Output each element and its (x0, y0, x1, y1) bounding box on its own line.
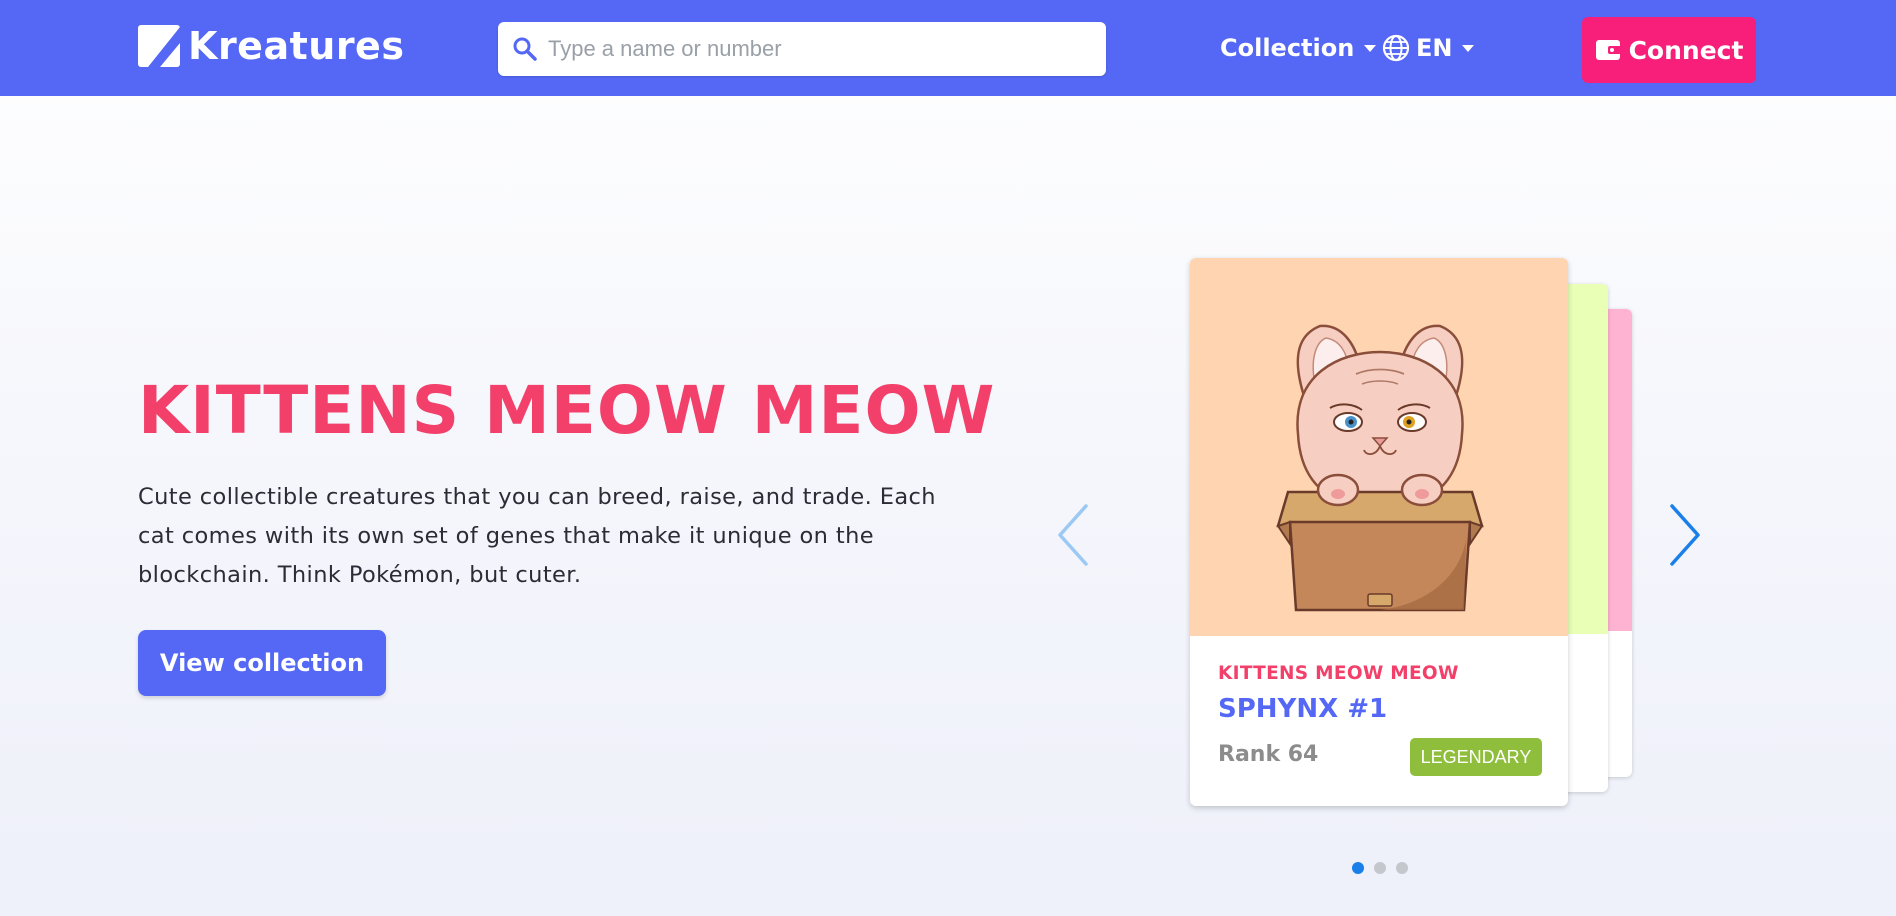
connect-label: Connect (1628, 35, 1744, 65)
card-collection-name: KITTENS MEOW MEOW (1218, 663, 1459, 684)
carousel-dot-3[interactable] (1396, 862, 1408, 874)
carousel-pagination (1352, 862, 1418, 874)
rarity-badge: LEGENDARY (1410, 738, 1542, 776)
hero-title: KITTENS MEOW MEOW (138, 372, 996, 449)
wallet-icon (1595, 40, 1621, 60)
language-label: EN (1416, 34, 1453, 62)
brand-name: Kreatures (188, 24, 405, 68)
chevron-down-icon (1364, 44, 1377, 52)
kreatures-logo-icon (138, 25, 180, 67)
creature-card[interactable]: KITTENS MEOW MEOW SPHYNX #1 Rank 64 LEGE… (1190, 258, 1568, 806)
hero-description: Cute collectible creatures that you can … (138, 484, 936, 588)
card-creature-name: SPHYNX #1 (1218, 694, 1388, 724)
sphynx-cat-in-box-image (1276, 324, 1484, 612)
view-collection-button[interactable]: View collection (138, 630, 386, 696)
brand-logo[interactable]: Kreatures (138, 24, 404, 68)
globe-icon (1382, 34, 1410, 62)
collection-label: Collection (1220, 34, 1355, 62)
navbar: Kreatures Collection EN Connect (0, 0, 1896, 96)
carousel-dot-1[interactable] (1352, 862, 1364, 874)
card-image (1190, 258, 1568, 636)
card-rank: Rank 64 (1218, 742, 1319, 767)
search-icon (513, 37, 537, 61)
chevron-left-icon[interactable] (1054, 500, 1094, 570)
collection-dropdown[interactable]: Collection (1220, 30, 1377, 66)
carousel-dot-2[interactable] (1374, 862, 1386, 874)
search-bar (498, 22, 1106, 76)
connect-button[interactable]: Connect (1582, 17, 1756, 83)
search-input[interactable] (546, 35, 1090, 63)
chevron-down-icon (1462, 44, 1475, 52)
language-dropdown[interactable]: EN (1382, 30, 1475, 66)
chevron-right-icon[interactable] (1664, 500, 1704, 570)
